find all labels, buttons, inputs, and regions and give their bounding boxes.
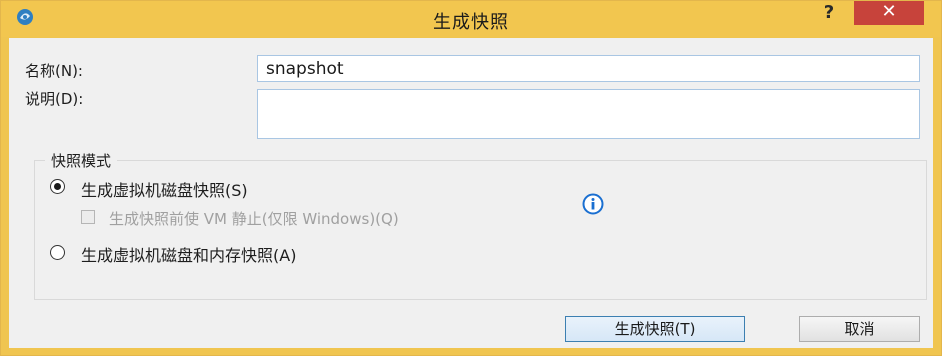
dialog-body: 名称(N): snapshot 说明(D): 快照模式 生成虚拟机磁盘快照(S)… — [9, 38, 933, 348]
snapshot-dialog: 生成快照 ? ✕ 名称(N): snapshot 说明(D): 快照模式 生成虚… — [0, 0, 942, 356]
description-label: 说明(D): — [25, 90, 84, 108]
take-snapshot-button[interactable]: 生成快照(T) — [565, 316, 745, 342]
description-input[interactable] — [257, 89, 920, 139]
quiesce-label: 生成快照前使 VM 静止(仅限 Windows)(Q) — [109, 210, 399, 228]
title-bar[interactable]: 生成快照 ? ✕ — [1, 1, 941, 37]
name-input[interactable]: snapshot — [257, 55, 920, 82]
info-icon[interactable] — [582, 193, 604, 215]
cancel-button[interactable]: 取消 — [799, 316, 920, 342]
radio-selected-dot — [54, 183, 61, 190]
quiesce-checkbox[interactable] — [81, 210, 95, 224]
window-title: 生成快照 — [433, 12, 509, 33]
name-label: 名称(N): — [25, 62, 83, 80]
disk-memory-snapshot-label[interactable]: 生成虚拟机磁盘和内存快照(A) — [81, 242, 296, 266]
disk-snapshot-radio[interactable] — [50, 179, 65, 194]
snapshot-mode-title: 快照模式 — [45, 150, 118, 171]
disk-memory-snapshot-radio[interactable] — [50, 245, 65, 260]
help-button[interactable]: ? — [814, 1, 844, 25]
close-button[interactable]: ✕ — [854, 1, 924, 25]
disk-snapshot-label[interactable]: 生成虚拟机磁盘快照(S) — [81, 177, 248, 201]
